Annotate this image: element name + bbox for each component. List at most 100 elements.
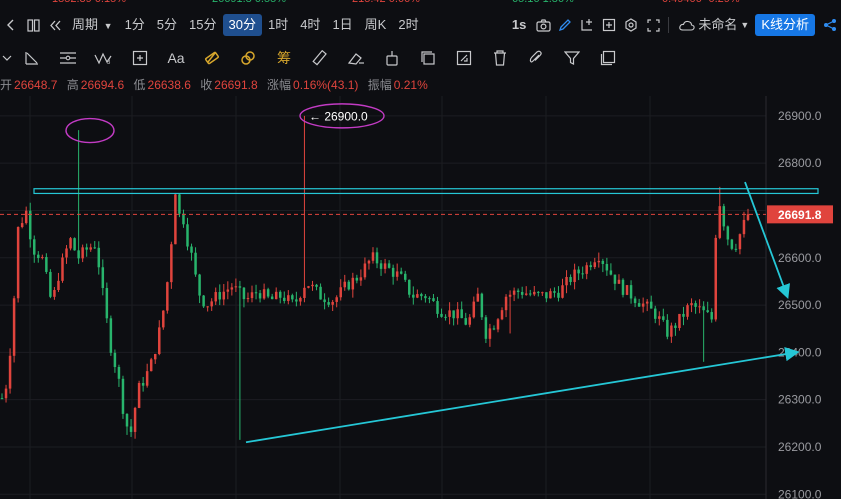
candle-body xyxy=(65,248,68,258)
candle-body xyxy=(399,271,403,274)
copy-tool-icon[interactable] xyxy=(410,44,446,72)
candle-body xyxy=(395,271,399,277)
grid-layout-icon[interactable] xyxy=(22,14,44,36)
paperclip-tool-icon[interactable] xyxy=(518,44,554,72)
collapse-icon[interactable] xyxy=(44,14,66,36)
camera-icon[interactable] xyxy=(532,14,554,36)
candle-body xyxy=(222,291,226,300)
interval-tab[interactable]: 30分 xyxy=(222,14,262,36)
text-tool[interactable]: Aa xyxy=(158,44,194,72)
interval-tab[interactable]: 4时 xyxy=(294,14,326,36)
expand-icon[interactable] xyxy=(598,14,620,36)
candle-body xyxy=(182,213,185,225)
interval-tab[interactable]: 周K xyxy=(359,14,393,36)
chevron-down-icon[interactable] xyxy=(0,44,14,72)
candle-body xyxy=(214,292,217,302)
ticker-quote: 26691.8 0.55% xyxy=(212,0,286,5)
candle-body xyxy=(129,426,133,432)
candle-body xyxy=(73,238,76,251)
layout-dropdown[interactable]: 未命名 ▼ xyxy=(673,14,755,36)
share-icon[interactable] xyxy=(819,14,841,36)
ticker-strip: 1852.39 0.15% 26691.8 0.55% 215.42 0.66% 65… xyxy=(0,0,841,8)
ticker-quote: 215.42 0.66% xyxy=(352,0,420,5)
candle-body xyxy=(41,257,44,259)
amplitude-value: 0.21% xyxy=(393,78,428,92)
interval-tab[interactable]: 1时 xyxy=(262,14,294,36)
rectangle-tool-icon[interactable] xyxy=(122,44,158,72)
candle-body xyxy=(283,297,286,301)
interval-tab[interactable]: 1分 xyxy=(119,14,151,36)
price-tick-label: 26900.0 xyxy=(778,109,822,123)
lock-tool-icon[interactable] xyxy=(374,44,410,72)
candle-body xyxy=(121,378,125,414)
settings-icon[interactable] xyxy=(620,14,642,36)
ticker-quote: 1852.39 0.15% xyxy=(52,0,126,5)
link-tool-icon[interactable] xyxy=(230,44,266,72)
candle-body xyxy=(359,277,363,281)
current-price-label: 26691.8 xyxy=(778,208,822,222)
add-indicator-icon[interactable] xyxy=(576,14,598,36)
change-label: 涨幅 xyxy=(267,78,292,92)
candle-body xyxy=(218,292,222,300)
low-label: 低 xyxy=(133,78,146,92)
interval-tab[interactable]: 1日 xyxy=(326,14,358,36)
candle-body xyxy=(625,285,629,295)
chip-distribution-tool[interactable]: 筹 xyxy=(266,44,302,72)
realtime-toggle[interactable]: 1s xyxy=(506,14,532,36)
candle-body xyxy=(597,260,601,263)
candle-body xyxy=(226,289,230,292)
eraser-tool-icon[interactable] xyxy=(338,44,374,72)
close-value: 26691.8 xyxy=(214,78,258,92)
ruler-tool-icon[interactable] xyxy=(302,44,338,72)
clone-tool-icon[interactable] xyxy=(590,44,626,72)
interval-list: 1分 5分 15分 30分 1时 4时 1日 周K 2时 xyxy=(119,14,425,36)
candle-body xyxy=(730,239,734,249)
magnet-tool-icon[interactable] xyxy=(194,44,230,72)
candle-body xyxy=(57,280,60,291)
pen-icon[interactable] xyxy=(554,14,576,36)
price-tick-label: 26500.0 xyxy=(778,298,822,312)
interval-tab[interactable]: 15分 xyxy=(183,14,222,36)
candle-body xyxy=(153,353,157,360)
candle-body xyxy=(593,262,597,268)
candle-body xyxy=(287,295,290,301)
candle-body xyxy=(28,210,32,240)
wave-tool-icon[interactable]: 3 xyxy=(86,44,122,72)
candle-body xyxy=(452,310,455,319)
high-label: 高 xyxy=(66,78,79,92)
candle-body xyxy=(331,301,334,305)
interval-tab[interactable]: 2时 xyxy=(392,14,424,36)
arrow-left-icon[interactable] xyxy=(0,14,22,36)
candle-body xyxy=(460,309,463,319)
delete-tool-icon[interactable] xyxy=(482,44,518,72)
interval-tab[interactable]: 5分 xyxy=(151,14,183,36)
kline-analysis-button[interactable]: K线分析 xyxy=(755,14,815,36)
candle-body xyxy=(347,281,351,290)
candle-body xyxy=(428,298,431,300)
candle-body xyxy=(476,293,480,302)
candle-body xyxy=(621,279,625,295)
candlestick-chart[interactable]: 26900.0 26800.0 26700.0 26600.0 26500.0 26400… xyxy=(0,0,841,499)
candle-body xyxy=(12,298,16,356)
candle-body xyxy=(412,294,415,298)
candle-body xyxy=(295,299,298,302)
candle-body xyxy=(492,328,496,330)
candle-body xyxy=(408,279,411,295)
trendline-tool-icon[interactable] xyxy=(14,44,50,72)
layout-name: 未命名 xyxy=(698,17,738,32)
candle-body xyxy=(258,293,262,299)
candle-body xyxy=(420,294,423,297)
candle-body xyxy=(278,291,282,298)
top-toolbar: 周期 ▼ 1分 5分 15分 30分 1时 4时 1日 周K 2时 1s 未命名 ▼ K线分析 xyxy=(0,8,841,42)
fullscreen-icon[interactable] xyxy=(642,14,664,36)
candle-body xyxy=(569,276,572,282)
svg-text:3: 3 xyxy=(107,60,111,65)
candle-body xyxy=(210,301,213,307)
template-tool-icon[interactable] xyxy=(446,44,482,72)
filter-tool-icon[interactable] xyxy=(554,44,590,72)
candle-body xyxy=(557,292,560,298)
low-value: 26638.6 xyxy=(147,78,191,92)
candle-body xyxy=(589,265,592,268)
period-dropdown[interactable]: 周期 ▼ xyxy=(66,14,119,36)
horizontal-lines-tool-icon[interactable] xyxy=(50,44,86,72)
